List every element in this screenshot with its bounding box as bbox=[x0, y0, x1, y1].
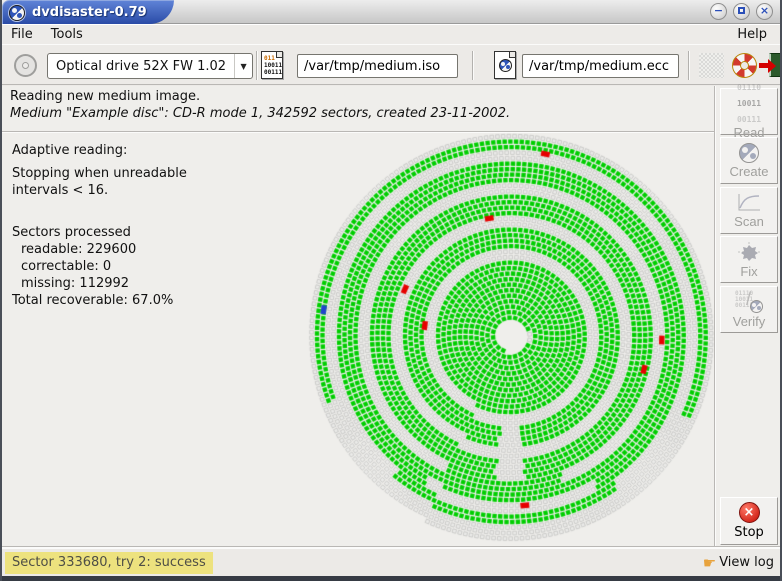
sectors-title: Sectors processed bbox=[12, 224, 173, 241]
fix-patch-icon bbox=[736, 241, 762, 263]
create-button-disabled[interactable]: Create bbox=[720, 137, 778, 184]
sectors-processed-panel: Sectors processed readable: 229600 corre… bbox=[12, 224, 173, 309]
scan-curve-icon bbox=[736, 193, 762, 213]
stop-label: Stop bbox=[734, 525, 764, 540]
verify-yinyang-icon bbox=[750, 300, 763, 313]
menu-help[interactable]: Help bbox=[728, 26, 776, 43]
drive-selector-combobox[interactable]: Optical drive 52X FW 1.02 ▼ bbox=[47, 53, 253, 79]
divider bbox=[714, 86, 716, 546]
close-icon: × bbox=[760, 4, 769, 17]
statusbar: Sector 333680, try 2: success ☛ View log bbox=[2, 548, 780, 576]
view-log-button[interactable]: ☛ View log bbox=[703, 552, 774, 574]
drive-selector-value: Optical drive 52X FW 1.02 bbox=[48, 59, 234, 74]
status-heading: Reading new medium image. bbox=[10, 89, 200, 104]
sectors-readable: readable: 229600 bbox=[12, 241, 173, 258]
view-log-label: View log bbox=[719, 552, 774, 574]
lifebuoy-icon bbox=[732, 53, 757, 78]
read-button-disabled[interactable]: 01110 10011 00111 Read bbox=[720, 88, 778, 135]
ecc-yinyang-icon bbox=[499, 59, 512, 72]
menu-tools[interactable]: Tools bbox=[42, 26, 92, 43]
close-button[interactable]: × bbox=[756, 3, 773, 20]
ecc-file-icon bbox=[494, 51, 516, 79]
sectors-correctable: correctable: 0 bbox=[12, 258, 173, 275]
reading-mode-label: Adaptive reading: bbox=[12, 143, 127, 158]
preferences-button-disabled[interactable] bbox=[699, 53, 724, 78]
window-border-bottom bbox=[2, 576, 780, 581]
pointing-hand-icon: ☛ bbox=[703, 552, 716, 574]
page-fold bbox=[276, 51, 283, 58]
app-window: dvdisaster-0.79 − × File Tools Help Opti… bbox=[0, 0, 782, 581]
iso-file-icon: 011 10011 00111 bbox=[261, 51, 283, 79]
toolbar-separator bbox=[688, 51, 690, 80]
iso-icon-binary-row: 00111 bbox=[264, 69, 282, 76]
binary-row: 01110 bbox=[737, 84, 761, 92]
stop-button[interactable]: × Stop bbox=[720, 497, 778, 545]
title-tab: dvdisaster-0.79 bbox=[2, 0, 174, 24]
create-yinyang-icon bbox=[739, 143, 759, 163]
stopping-line2: intervals < 16. bbox=[12, 182, 187, 199]
window-controls: − × bbox=[710, 3, 773, 20]
create-label: Create bbox=[729, 164, 768, 179]
verify-button-disabled[interactable]: 01110 10011 00111 / Verify bbox=[720, 286, 778, 333]
toolbar-separator bbox=[256, 51, 258, 80]
binary-row: 00111 bbox=[737, 116, 761, 124]
chevron-down-icon[interactable]: ▼ bbox=[234, 54, 252, 78]
app-logo-yinyang-icon bbox=[9, 5, 25, 21]
total-recoverable: Total recoverable: 67.0% bbox=[12, 292, 173, 309]
scan-button-disabled[interactable]: Scan bbox=[720, 187, 778, 234]
exit-button[interactable] bbox=[759, 52, 782, 79]
iso-icon-binary-row: 10011 bbox=[264, 62, 282, 69]
maximize-icon bbox=[738, 7, 745, 14]
page-fold bbox=[509, 51, 516, 58]
fix-button-disabled[interactable]: Fix bbox=[720, 236, 778, 283]
minimize-icon: − bbox=[714, 4, 723, 17]
binary-row: 10011 bbox=[737, 100, 761, 108]
drive-button[interactable] bbox=[9, 51, 41, 80]
stop-x-icon: × bbox=[739, 502, 760, 523]
window-title: dvdisaster-0.79 bbox=[32, 5, 147, 20]
image-file-input[interactable] bbox=[297, 54, 458, 78]
main-area: Reading new medium image. Medium "Exampl… bbox=[2, 86, 780, 546]
fix-label: Fix bbox=[740, 264, 757, 279]
stopping-line1: Stopping when unreadable bbox=[12, 165, 187, 182]
stopping-condition: Stopping when unreadable intervals < 16. bbox=[12, 165, 187, 199]
menubar: File Tools Help bbox=[2, 24, 780, 44]
scan-label: Scan bbox=[734, 214, 764, 229]
status-message: Sector 333680, try 2: success bbox=[5, 552, 213, 574]
toolbar: Optical drive 52X FW 1.02 ▼ 011 10011 00… bbox=[2, 44, 780, 85]
read-binary-icon: 01110 10011 00111 bbox=[737, 84, 761, 124]
exit-arrow-icon bbox=[759, 63, 768, 68]
minimize-button[interactable]: − bbox=[710, 3, 727, 20]
menu-file[interactable]: File bbox=[2, 26, 42, 43]
toolbar-separator bbox=[472, 51, 474, 80]
ecc-file-input[interactable] bbox=[522, 54, 679, 78]
cd-disc-icon bbox=[14, 54, 37, 77]
sectors-missing: missing: 112992 bbox=[12, 275, 173, 292]
help-button[interactable] bbox=[731, 52, 758, 79]
medium-description: Medium "Example disc": CD-R mode 1, 3425… bbox=[10, 106, 510, 121]
maximize-button[interactable] bbox=[733, 3, 750, 20]
verify-icon: 01110 10011 00111 / bbox=[735, 291, 763, 313]
verify-label: Verify bbox=[733, 314, 766, 329]
sector-spiral-visualization bbox=[304, 130, 716, 542]
titlebar[interactable]: dvdisaster-0.79 − × bbox=[2, 0, 780, 24]
